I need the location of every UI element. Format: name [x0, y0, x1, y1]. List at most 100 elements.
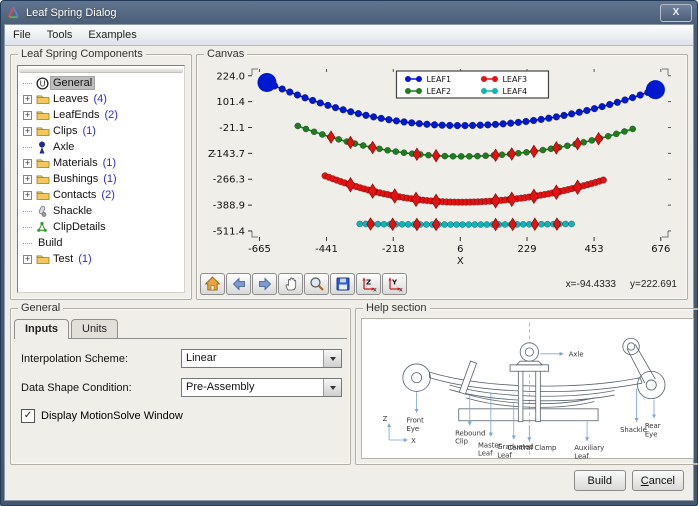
tree-item-shackle[interactable]: Shackle — [18, 203, 184, 219]
interpolation-scheme-dropdown-button[interactable] — [323, 350, 341, 367]
chevron-down-icon — [330, 357, 336, 361]
svg-text:X: X — [457, 256, 464, 267]
tree-item-count: (4) — [93, 93, 106, 105]
component-tree[interactable]: UGeneral+Leaves(4)+LeafEnds(2)+Clips(1)A… — [17, 65, 185, 293]
folder-icon — [36, 125, 51, 137]
close-button[interactable]: X — [660, 4, 692, 22]
tree-header-strip — [19, 67, 183, 73]
tree-item-count: (1) — [103, 157, 116, 169]
interpolation-scheme-select[interactable]: Linear — [181, 349, 342, 368]
tree-item-label: Clips — [51, 125, 79, 137]
tree-item-count: (2) — [104, 109, 117, 121]
auxiliary-leaf-label: Auxiliary — [574, 444, 604, 452]
canvas-groupbox: Canvas -665-441-2186229453676224.0101.4-… — [196, 54, 688, 300]
tab-units[interactable]: Units — [71, 319, 118, 338]
data-shape-condition-dropdown-button[interactable] — [323, 379, 341, 396]
circled-u-icon: U — [36, 77, 51, 90]
tree-item-clips[interactable]: + Clips(1) — [18, 123, 184, 139]
tree-item-leaves[interactable]: +Leaves(4) — [18, 91, 184, 107]
svg-text:Leaf: Leaf — [497, 451, 512, 459]
svg-text:x: x — [373, 286, 377, 293]
tree-item-contacts[interactable]: + Contacts(2) — [18, 187, 184, 203]
tree-item-bushings[interactable]: +Bushings(1) — [18, 171, 184, 187]
interpolation-scheme-value: Linear — [182, 350, 323, 367]
build-button[interactable]: Build — [574, 470, 626, 491]
shackle-icon — [36, 205, 51, 217]
svg-text:-21.1: -21.1 — [219, 123, 245, 134]
svg-text:Y: Y — [391, 279, 398, 287]
shackle-label: Shackle — [620, 426, 647, 434]
zx-view-button[interactable]: Zx — [356, 273, 381, 295]
tree-item-label: Build — [36, 237, 64, 249]
general-groupbox: General Inputs Units Interpolation Schem… — [10, 308, 351, 465]
components-groupbox-title: Leaf Spring Components — [18, 47, 146, 61]
tree-guide — [23, 243, 32, 244]
home-button[interactable] — [200, 273, 225, 295]
tree-item-materials[interactable]: + Materials(1) — [18, 155, 184, 171]
save-button[interactable] — [330, 273, 355, 295]
tree-item-label: Contacts — [51, 189, 98, 201]
interpolation-scheme-label: Interpolation Scheme: — [21, 353, 181, 365]
yx-view-button[interactable]: Yx — [382, 273, 407, 295]
tree-item-label: LeafEnds — [51, 109, 101, 121]
menu-tools[interactable]: Tools — [39, 27, 81, 43]
back-arrow-icon — [231, 276, 247, 292]
general-tabs: Inputs Units — [14, 319, 350, 338]
zx-axes-icon: Zx — [359, 276, 378, 292]
svg-text:453: 453 — [585, 244, 604, 255]
tree-item-count: (2) — [101, 189, 114, 201]
tree-item-label: Materials — [51, 157, 100, 169]
data-shape-condition-select[interactable]: Pre-Assembly — [181, 378, 342, 397]
svg-text:Z: Z — [208, 149, 215, 160]
clipdetails-icon — [36, 221, 51, 233]
expander-icon[interactable]: + — [23, 95, 32, 104]
tree-item-general[interactable]: UGeneral — [18, 75, 184, 91]
tree-item-label: Shackle — [51, 205, 94, 217]
tree-item-axle[interactable]: Axle — [18, 139, 184, 155]
leaf-spring-diagram-svg: Axle Front Eye Rebound Clip Master Leaf … — [362, 319, 693, 462]
dialog-footer: Build Cancel — [10, 465, 688, 491]
plot-area[interactable]: -665-441-2186229453676224.0101.4-21.1-14… — [200, 61, 684, 267]
expander-icon[interactable]: + — [23, 127, 32, 136]
tab-inputs[interactable]: Inputs — [14, 319, 69, 339]
tree-item-label: General — [51, 77, 94, 89]
tree-item-build[interactable]: Build — [18, 235, 184, 251]
cursor-y-value: y=222.691 — [630, 279, 677, 290]
plot-toolbar: Zx Yx x=-94.4333 y=222.691 — [197, 272, 687, 295]
rebound-clip-label: Rebound — [455, 429, 485, 437]
tree-guide — [23, 227, 32, 228]
title-bar: Leaf Spring Dialog X — [4, 1, 694, 24]
tree-item-count: (1) — [82, 125, 95, 137]
forward-button[interactable] — [252, 273, 277, 295]
expander-icon[interactable]: + — [23, 255, 32, 264]
back-button[interactable] — [226, 273, 251, 295]
forward-arrow-icon — [257, 276, 273, 292]
expander-icon[interactable]: + — [23, 111, 32, 120]
tree-guide — [23, 147, 32, 148]
svg-text:Leaf: Leaf — [574, 452, 589, 460]
menu-file[interactable]: File — [5, 27, 39, 43]
cursor-x-value: x=-94.4333 — [566, 279, 616, 290]
yx-axes-icon: Yx — [385, 276, 404, 292]
help-groupbox: Help section — [355, 308, 698, 465]
pan-button[interactable] — [278, 273, 303, 295]
expander-icon[interactable]: + — [23, 175, 32, 184]
leaf-spring-diagram: Axle Front Eye Rebound Clip Master Leaf … — [361, 318, 694, 459]
expander-icon[interactable]: + — [23, 159, 32, 168]
expander-icon[interactable]: + — [23, 191, 32, 200]
save-floppy-icon — [335, 276, 351, 292]
svg-text:224.0: 224.0 — [216, 71, 245, 82]
cancel-button[interactable]: Cancel — [632, 470, 684, 491]
svg-text:LEAF2: LEAF2 — [426, 87, 451, 96]
svg-text:-665: -665 — [248, 244, 271, 255]
tree-guide — [23, 83, 32, 84]
tree-item-leafends[interactable]: + LeafEnds(2) — [18, 107, 184, 123]
zoom-button[interactable] — [304, 273, 329, 295]
tree-item-clipdetails[interactable]: ClipDetails — [18, 219, 184, 235]
tree-item-test[interactable]: +Test(1) — [18, 251, 184, 267]
components-groupbox: Leaf Spring Components UGeneral+Leaves(4… — [10, 54, 192, 300]
svg-text:LEAF3: LEAF3 — [502, 75, 527, 84]
display-motionsolve-label: Display MotionSolve Window — [41, 410, 183, 422]
display-motionsolve-checkbox[interactable]: ✓ — [21, 409, 35, 423]
menu-examples[interactable]: Examples — [80, 27, 144, 43]
